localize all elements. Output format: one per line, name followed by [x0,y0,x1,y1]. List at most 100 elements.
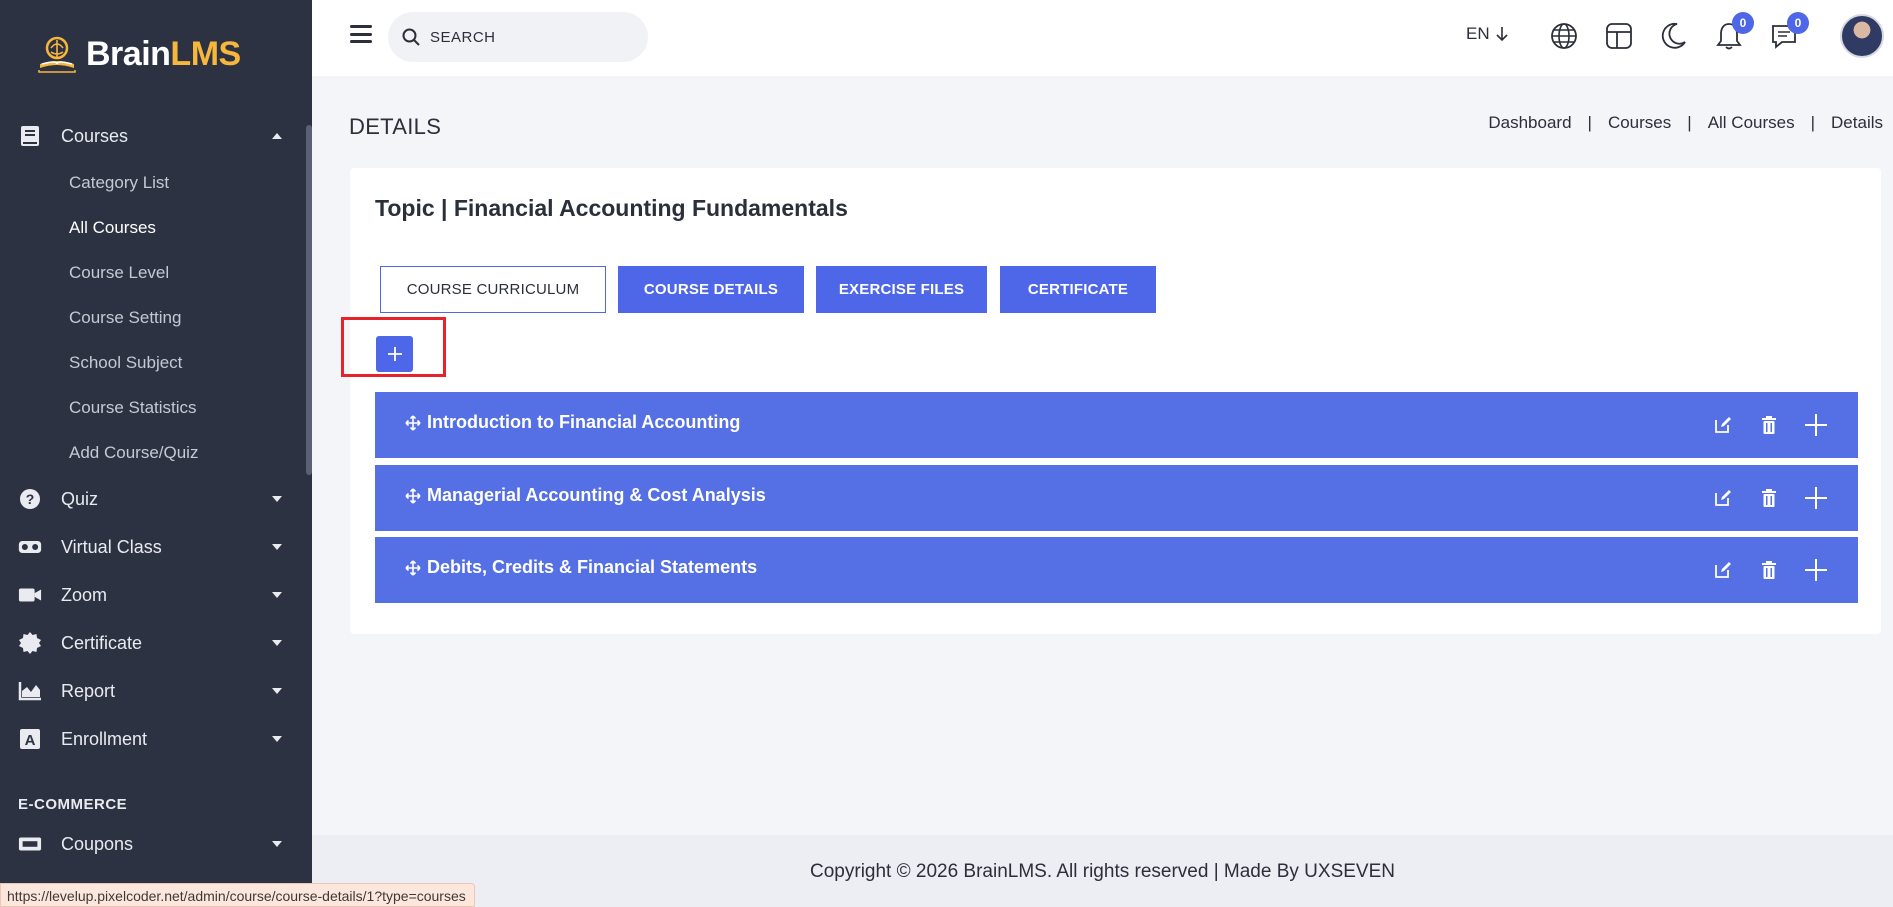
breadcrumb-separator: | [1687,113,1692,132]
add-lesson-plus-icon[interactable] [1805,487,1827,509]
dark-mode-moon-icon[interactable] [1657,18,1691,54]
section-title: Managerial Accounting & Cost Analysis [427,485,766,505]
edit-icon[interactable] [1712,414,1734,436]
drag-handle-icon[interactable] [405,560,421,576]
trash-icon[interactable] [1758,487,1780,509]
globe-icon[interactable] [1547,18,1581,54]
curriculum-section[interactable]: Debits, Credits & Financial Statements [375,537,1858,603]
sidebar-item-label: Certificate [61,632,143,653]
video-camera-icon [18,583,42,607]
ticket-icon [18,832,42,856]
sidebar-item-label: Enrollment [61,728,148,749]
arrow-down-icon [1496,27,1508,42]
certificate-icon [18,631,42,655]
sidebar-item-quiz[interactable]: ? Quiz [0,481,300,517]
edit-icon[interactable] [1712,559,1734,581]
caret-down-icon [272,592,282,598]
copyright-text: Copyright © 2026 BrainLMS. All rights re… [810,861,1395,882]
tab-course-curriculum[interactable]: COURSE CURRICULUM [380,266,606,313]
sidebar-item-courses[interactable]: Courses [0,118,300,154]
svg-text:?: ? [26,491,35,507]
tab-course-details[interactable]: COURSE DETAILS [618,266,804,313]
sidebar-item-label: Virtual Class [61,536,162,557]
question-circle-icon: ? [18,487,42,511]
section-title: Introduction to Financial Accounting [427,412,741,432]
sidebar-subitem-category-list[interactable]: Category List [69,173,169,193]
sidebar-item-zoom[interactable]: Zoom [0,577,300,613]
footer: Copyright © 2026 BrainLMS. All rights re… [312,835,1893,907]
curriculum-section[interactable]: Introduction to Financial Accounting [375,392,1858,458]
drag-handle-icon[interactable] [405,488,421,504]
menu-toggle-icon[interactable] [350,25,372,43]
brand-logo[interactable]: BrainLMS [36,34,241,74]
caret-down-icon [272,544,282,550]
search-icon [402,28,420,46]
book-icon [18,124,42,148]
sidebar-item-virtual-class[interactable]: Virtual Class [0,529,300,565]
caret-down-icon [272,736,282,742]
drag-handle-icon[interactable] [405,415,421,431]
sidebar-scrollbar[interactable] [306,125,312,475]
breadcrumb-separator: | [1587,113,1592,132]
sidebar-item-coupons[interactable]: Coupons [0,826,300,862]
add-lesson-plus-icon[interactable] [1805,414,1827,436]
breadcrumb: Dashboard | Courses | All Courses | Deta… [1488,113,1883,133]
sidebar-item-label: Zoom [61,584,108,605]
page-title: DETAILS [349,114,442,139]
search-input[interactable] [430,28,630,46]
section-title: Debits, Credits & Financial Statements [427,557,758,577]
sidebar-item-label: Courses [61,125,129,146]
sidebar-subitem-course-level[interactable]: Course Level [69,263,169,283]
status-bar-url: https://levelup.pixelcoder.net/admin/cou… [0,883,475,907]
tab-exercise-files[interactable]: EXERCISE FILES [816,266,987,313]
search-box[interactable] [388,12,648,62]
language-label: EN [1466,24,1490,43]
caret-up-icon [272,133,282,139]
caret-down-icon [272,841,282,847]
layout-icon[interactable] [1602,18,1636,54]
trash-icon[interactable] [1758,414,1780,436]
sidebar-section-title: E-COMMERCE [18,796,128,813]
edit-icon[interactable] [1712,487,1734,509]
user-avatar[interactable] [1840,14,1884,58]
topbar: EN 0 0 [312,0,1893,76]
breadcrumb-all-courses[interactable]: All Courses [1708,113,1795,133]
sidebar-item-label: Quiz [61,488,99,509]
breadcrumb-courses[interactable]: Courses [1608,113,1671,133]
breadcrumb-details: Details [1831,113,1883,132]
plus-icon [387,347,402,361]
enrollment-icon: A [18,727,42,751]
sidebar-item-report[interactable]: Report [0,673,300,709]
curriculum-section[interactable]: Managerial Accounting & Cost Analysis [375,465,1858,531]
sidebar-subitem-school-subject[interactable]: School Subject [69,353,182,373]
sidebar-item-label: Report [61,680,116,701]
topic-title: Topic | Financial Accounting Fundamental… [375,195,848,221]
add-lesson-plus-icon[interactable] [1805,559,1827,581]
tab-certificate[interactable]: CERTIFICATE [1000,266,1156,313]
sidebar-subitem-course-statistics[interactable]: Course Statistics [69,398,197,418]
notifications-bell-icon[interactable]: 0 [1712,12,1754,54]
notifications-badge: 0 [1732,12,1754,34]
brain-book-icon [38,36,76,73]
add-section-button[interactable] [376,336,413,372]
sidebar: BrainLMS Courses Category List All Cours… [0,0,312,907]
caret-down-icon [272,688,282,694]
svg-text:A: A [25,732,36,749]
sidebar-item-label: Coupons [61,833,134,854]
vr-headset-icon [18,535,42,559]
sidebar-subitem-all-courses[interactable]: All Courses [69,218,156,238]
sidebar-item-certificate[interactable]: Certificate [0,625,300,661]
sidebar-item-enrollment[interactable]: A Enrollment [0,721,300,757]
caret-down-icon [272,640,282,646]
chart-area-icon [18,679,42,703]
breadcrumb-separator: | [1810,113,1816,132]
sidebar-subitem-add-course-quiz[interactable]: Add Course/Quiz [69,443,198,463]
messages-chat-icon[interactable]: 0 [1767,12,1809,54]
trash-icon[interactable] [1758,559,1780,581]
brand-name: BrainLMS [86,34,241,73]
breadcrumb-dashboard[interactable]: Dashboard [1488,113,1571,133]
language-selector[interactable]: EN [1466,24,1508,44]
messages-badge: 0 [1787,12,1809,34]
sidebar-subitem-course-setting[interactable]: Course Setting [69,308,181,328]
caret-down-icon [272,496,282,502]
